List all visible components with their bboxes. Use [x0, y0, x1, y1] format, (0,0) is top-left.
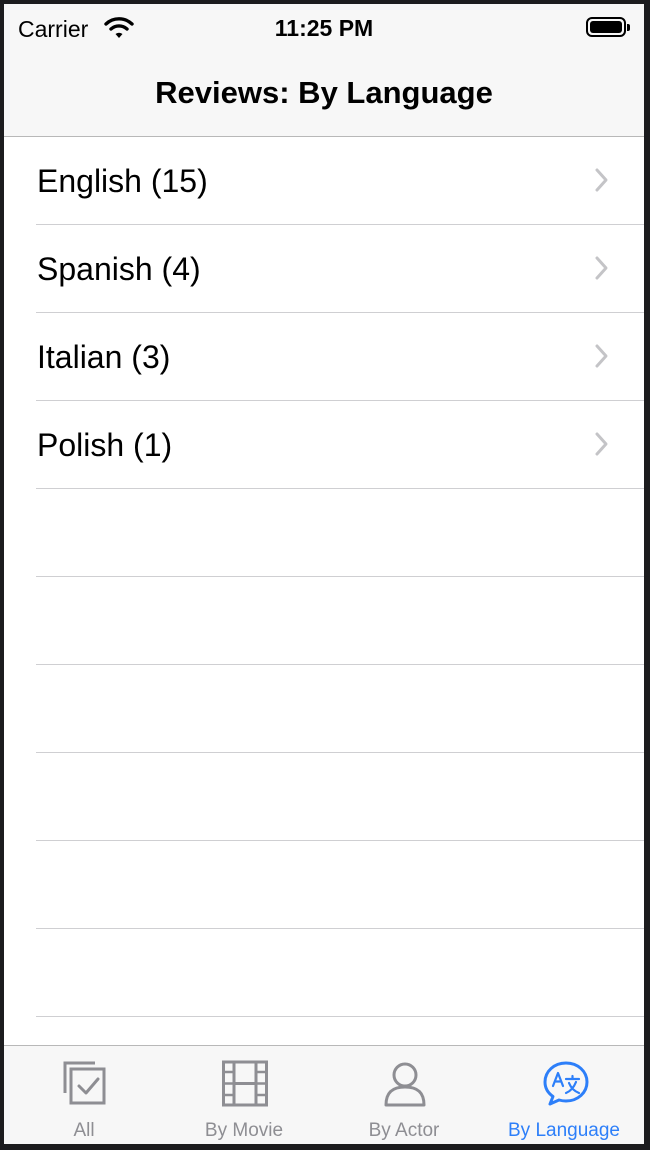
tab-label: By Language [508, 1120, 620, 1141]
chevron-right-icon [594, 343, 610, 374]
empty-row [4, 753, 644, 841]
tab-by-language[interactable]: By Language [484, 1046, 644, 1144]
empty-row [4, 665, 644, 753]
language-list: English (15) Spanish (4) Italian (3) Pol… [4, 137, 644, 1105]
list-item-label: Polish (1) [37, 427, 173, 463]
empty-row [4, 929, 644, 1017]
chevron-right-icon [594, 167, 610, 198]
tab-bar: All By Movie By Actor By Language [4, 1045, 644, 1144]
film-icon [222, 1060, 268, 1113]
tab-by-actor[interactable]: By Actor [324, 1046, 484, 1144]
empty-row [4, 489, 644, 577]
tab-by-movie[interactable]: By Movie [164, 1046, 324, 1144]
tab-all[interactable]: All [4, 1046, 164, 1144]
battery-icon [586, 17, 630, 37]
empty-row [4, 841, 644, 929]
chevron-right-icon [594, 255, 610, 286]
list-item-polish[interactable]: Polish (1) [4, 401, 644, 489]
status-time: 11:25 PM [274, 15, 374, 41]
page-title: Reviews: By Language [155, 75, 493, 110]
checked-documents-icon [62, 1060, 108, 1113]
list-item-label: Italian (3) [37, 339, 171, 375]
list-item-label: English (15) [37, 163, 208, 199]
list-item-label: Spanish (4) [37, 251, 201, 287]
tab-label: By Movie [204, 1120, 284, 1141]
empty-row [4, 577, 644, 665]
list-item-english[interactable]: English (15) [4, 137, 644, 225]
navigation-bar: Reviews: By Language [4, 54, 644, 137]
list-item-spanish[interactable]: Spanish (4) [4, 225, 644, 313]
chevron-right-icon [594, 431, 610, 462]
list-item-italian[interactable]: Italian (3) [4, 313, 644, 401]
tab-label: By Actor [368, 1120, 440, 1141]
phone-screen: Carrier 11:25 PM Reviews: By Language En… [4, 4, 644, 1144]
status-bar: Carrier 11:25 PM [4, 4, 644, 54]
tab-label: All [73, 1120, 95, 1141]
person-icon [382, 1060, 428, 1113]
translate-bubble-icon [542, 1060, 590, 1113]
